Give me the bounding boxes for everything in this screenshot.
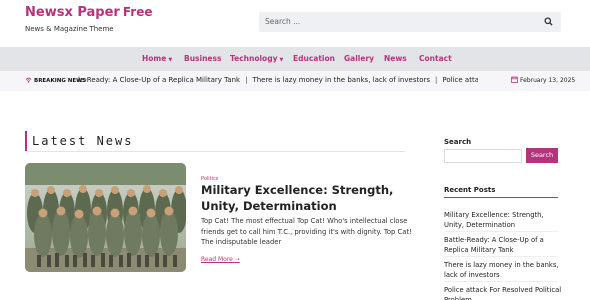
recent-posts-heading: Recent Posts	[444, 186, 496, 194]
nav-item-business[interactable]: Business	[184, 54, 221, 63]
broadcast-icon	[25, 77, 32, 83]
calendar-icon	[511, 76, 518, 83]
chevron-down-icon: ▼	[168, 57, 173, 63]
section-divider	[25, 151, 405, 152]
nav-item-contact[interactable]: Contact	[419, 54, 452, 63]
post-title[interactable]: Military Excellence: Strength, Unity, De…	[201, 182, 401, 214]
recent-post-link[interactable]: Military Excellence: Strength, Unity, De…	[444, 210, 564, 230]
main-navigation: Home ▼ Business Technology ▼ Education Gal…	[0, 47, 590, 71]
post-excerpt: Top Cat! The most effectual Top Cat! Who…	[201, 217, 412, 246]
recent-post-link[interactable]: Police attack For Resolved Political Pro…	[444, 285, 564, 300]
recent-post-divider	[444, 231, 558, 232]
sidebar-search-label: Search	[444, 138, 472, 146]
search-icon[interactable]	[544, 17, 553, 26]
brand-name[interactable]: Newsx Paper	[25, 5, 120, 20]
arrow-right-icon: ➝	[234, 256, 240, 263]
recent-post-link[interactable]: Battle-Ready: A Close-Up of a Replica Mi…	[444, 235, 564, 255]
recent-post-link[interactable]: There is lazy money in the banks, lack o…	[444, 260, 564, 280]
recent-posts-underline	[444, 197, 558, 198]
recent-post-divider	[444, 256, 558, 257]
nav-item-gallery[interactable]: Gallery	[344, 54, 374, 63]
ticker-item[interactable]: le-Ready: A Close-Up of a Replica Milita…	[78, 76, 240, 84]
nav-item-home[interactable]: Home ▼	[142, 54, 172, 63]
ticker-item[interactable]: Police attack For	[442, 76, 478, 84]
nav-item-education[interactable]: Education	[293, 54, 335, 63]
breaking-news-bar: BREAKING NEWS le-Ready: A Close-Up of a …	[0, 71, 590, 91]
ticker-track: le-Ready: A Close-Up of a Replica Milita…	[78, 76, 478, 86]
soldiers-photo[interactable]	[25, 163, 186, 272]
nav-item-news[interactable]: News	[384, 54, 407, 63]
site-tagline: News & Magazine Theme	[25, 25, 114, 33]
read-more-link[interactable]: Read More ➝	[201, 256, 240, 263]
site-header: Newsx Paper Free News & Magazine Theme Se…	[0, 0, 590, 46]
header-search-field[interactable]: Search ...	[259, 12, 561, 32]
post-thumbnail[interactable]	[25, 163, 186, 272]
chevron-down-icon: ▼	[279, 57, 284, 63]
brand-free-label[interactable]: Free	[123, 5, 153, 19]
sidebar-search-input[interactable]	[444, 149, 522, 163]
recent-post-divider	[444, 281, 558, 282]
current-date: February 13, 2025	[511, 76, 575, 84]
breaking-news-label: BREAKING NEWS	[25, 77, 86, 84]
site-logo[interactable]: Newsx Paper Free	[25, 5, 152, 20]
section-title-latest-news: Latest News	[25, 131, 133, 151]
ticker-item[interactable]: There is lazy money in the banks, lack o…	[252, 76, 430, 84]
nav-item-technology[interactable]: Technology ▼	[230, 54, 283, 63]
header-search-placeholder[interactable]: Search ...	[265, 17, 300, 26]
sidebar-search-button[interactable]: Search	[526, 148, 558, 163]
